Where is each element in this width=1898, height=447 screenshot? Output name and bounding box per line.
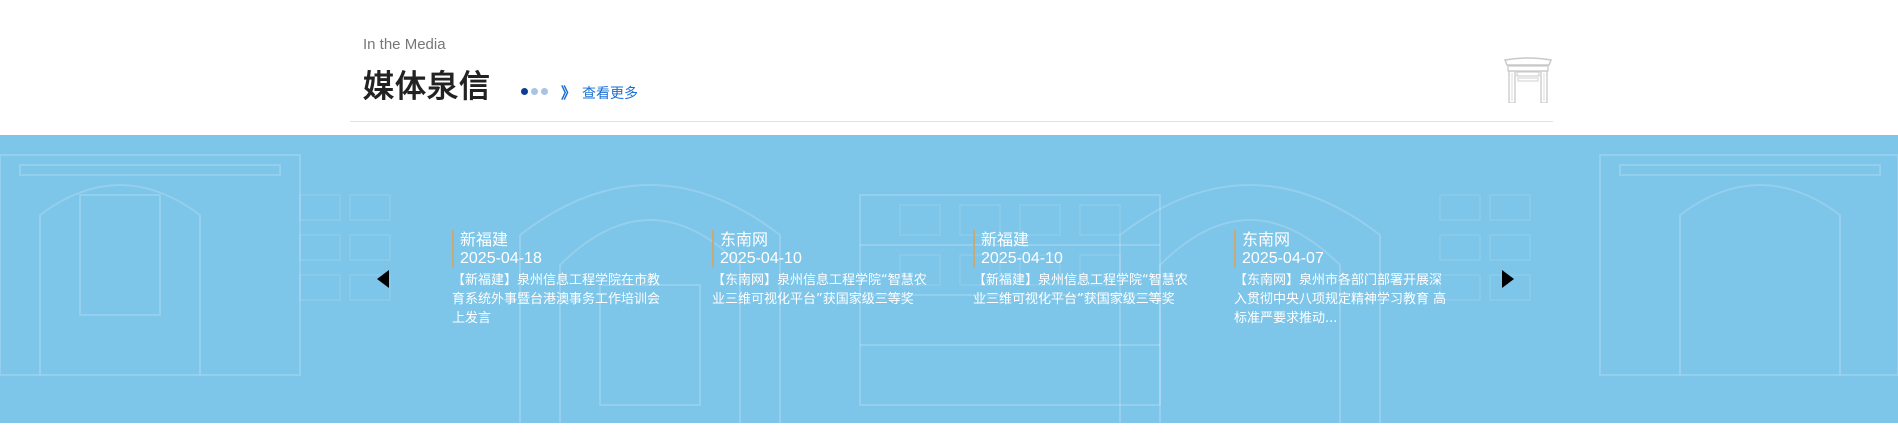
pagination-dot-1[interactable] <box>521 88 528 95</box>
card-head: 新福建 2025-04-10 <box>973 230 1188 268</box>
carousel-prev-arrow-icon[interactable] <box>377 270 389 288</box>
media-card-3[interactable]: 新福建 2025-04-10 【新福建】泉州信息工程学院“智慧农业三维可视化平台… <box>973 230 1188 309</box>
pagination-dots <box>521 88 548 95</box>
carousel-next-arrow-icon[interactable] <box>1502 270 1514 288</box>
section-title: 媒体泉信 <box>363 69 491 105</box>
archway-gate-icon <box>1503 57 1553 103</box>
section-subtitle: In the Media <box>363 36 446 53</box>
card-description: 【新福建】泉州信息工程学院在市教育系统外事暨台港澳事务工作培训会上发言 <box>452 273 661 326</box>
media-card-2[interactable]: 东南网 2025-04-10 【东南网】泉州信息工程学院“智慧农业三维可视化平台… <box>712 230 927 309</box>
campus-line-art-background <box>0 154 1898 423</box>
view-more-link[interactable]: 》 查看更多 <box>561 82 638 103</box>
card-description: 【东南网】泉州信息工程学院“智慧农业三维可视化平台”获国家级三等奖 <box>712 273 927 307</box>
card-description: 【新福建】泉州信息工程学院“智慧农业三维可视化平台”获国家级三等奖 <box>973 273 1188 307</box>
card-date: 2025-04-07 <box>1242 250 1324 267</box>
pagination-dot-2[interactable] <box>531 88 538 95</box>
page-bottom-spacer <box>0 423 1898 447</box>
card-source: 东南网 <box>720 230 769 249</box>
pagination-dot-3[interactable] <box>541 88 548 95</box>
media-section-header: In the Media 媒体泉信 》 查看更多 <box>0 0 1898 135</box>
double-chevron-right-icon: 》 <box>561 84 577 102</box>
card-source: 新福建 <box>981 230 1030 249</box>
media-carousel-band: 新福建 2025-04-18 【新福建】泉州信息工程学院在市教育系统外事暨台港澳… <box>0 135 1898 423</box>
view-more-label: 查看更多 <box>582 85 639 102</box>
card-head: 新福建 2025-04-18 <box>452 230 667 268</box>
media-card-4[interactable]: 东南网 2025-04-07 【东南网】泉州市各部门部署开展深入贯彻中央八项规定… <box>1234 230 1449 328</box>
card-head: 东南网 2025-04-10 <box>712 230 927 268</box>
card-date: 2025-04-18 <box>460 250 542 267</box>
card-date: 2025-04-10 <box>720 250 802 267</box>
card-source: 东南网 <box>1242 230 1291 249</box>
header-divider <box>350 121 1553 122</box>
card-head: 东南网 2025-04-07 <box>1234 230 1449 268</box>
card-source: 新福建 <box>460 230 509 249</box>
card-date: 2025-04-10 <box>981 250 1063 267</box>
card-description: 【东南网】泉州市各部门部署开展深入贯彻中央八项规定精神学习教育 高标准严要求推动… <box>1234 273 1447 326</box>
media-card-1[interactable]: 新福建 2025-04-18 【新福建】泉州信息工程学院在市教育系统外事暨台港澳… <box>452 230 667 328</box>
